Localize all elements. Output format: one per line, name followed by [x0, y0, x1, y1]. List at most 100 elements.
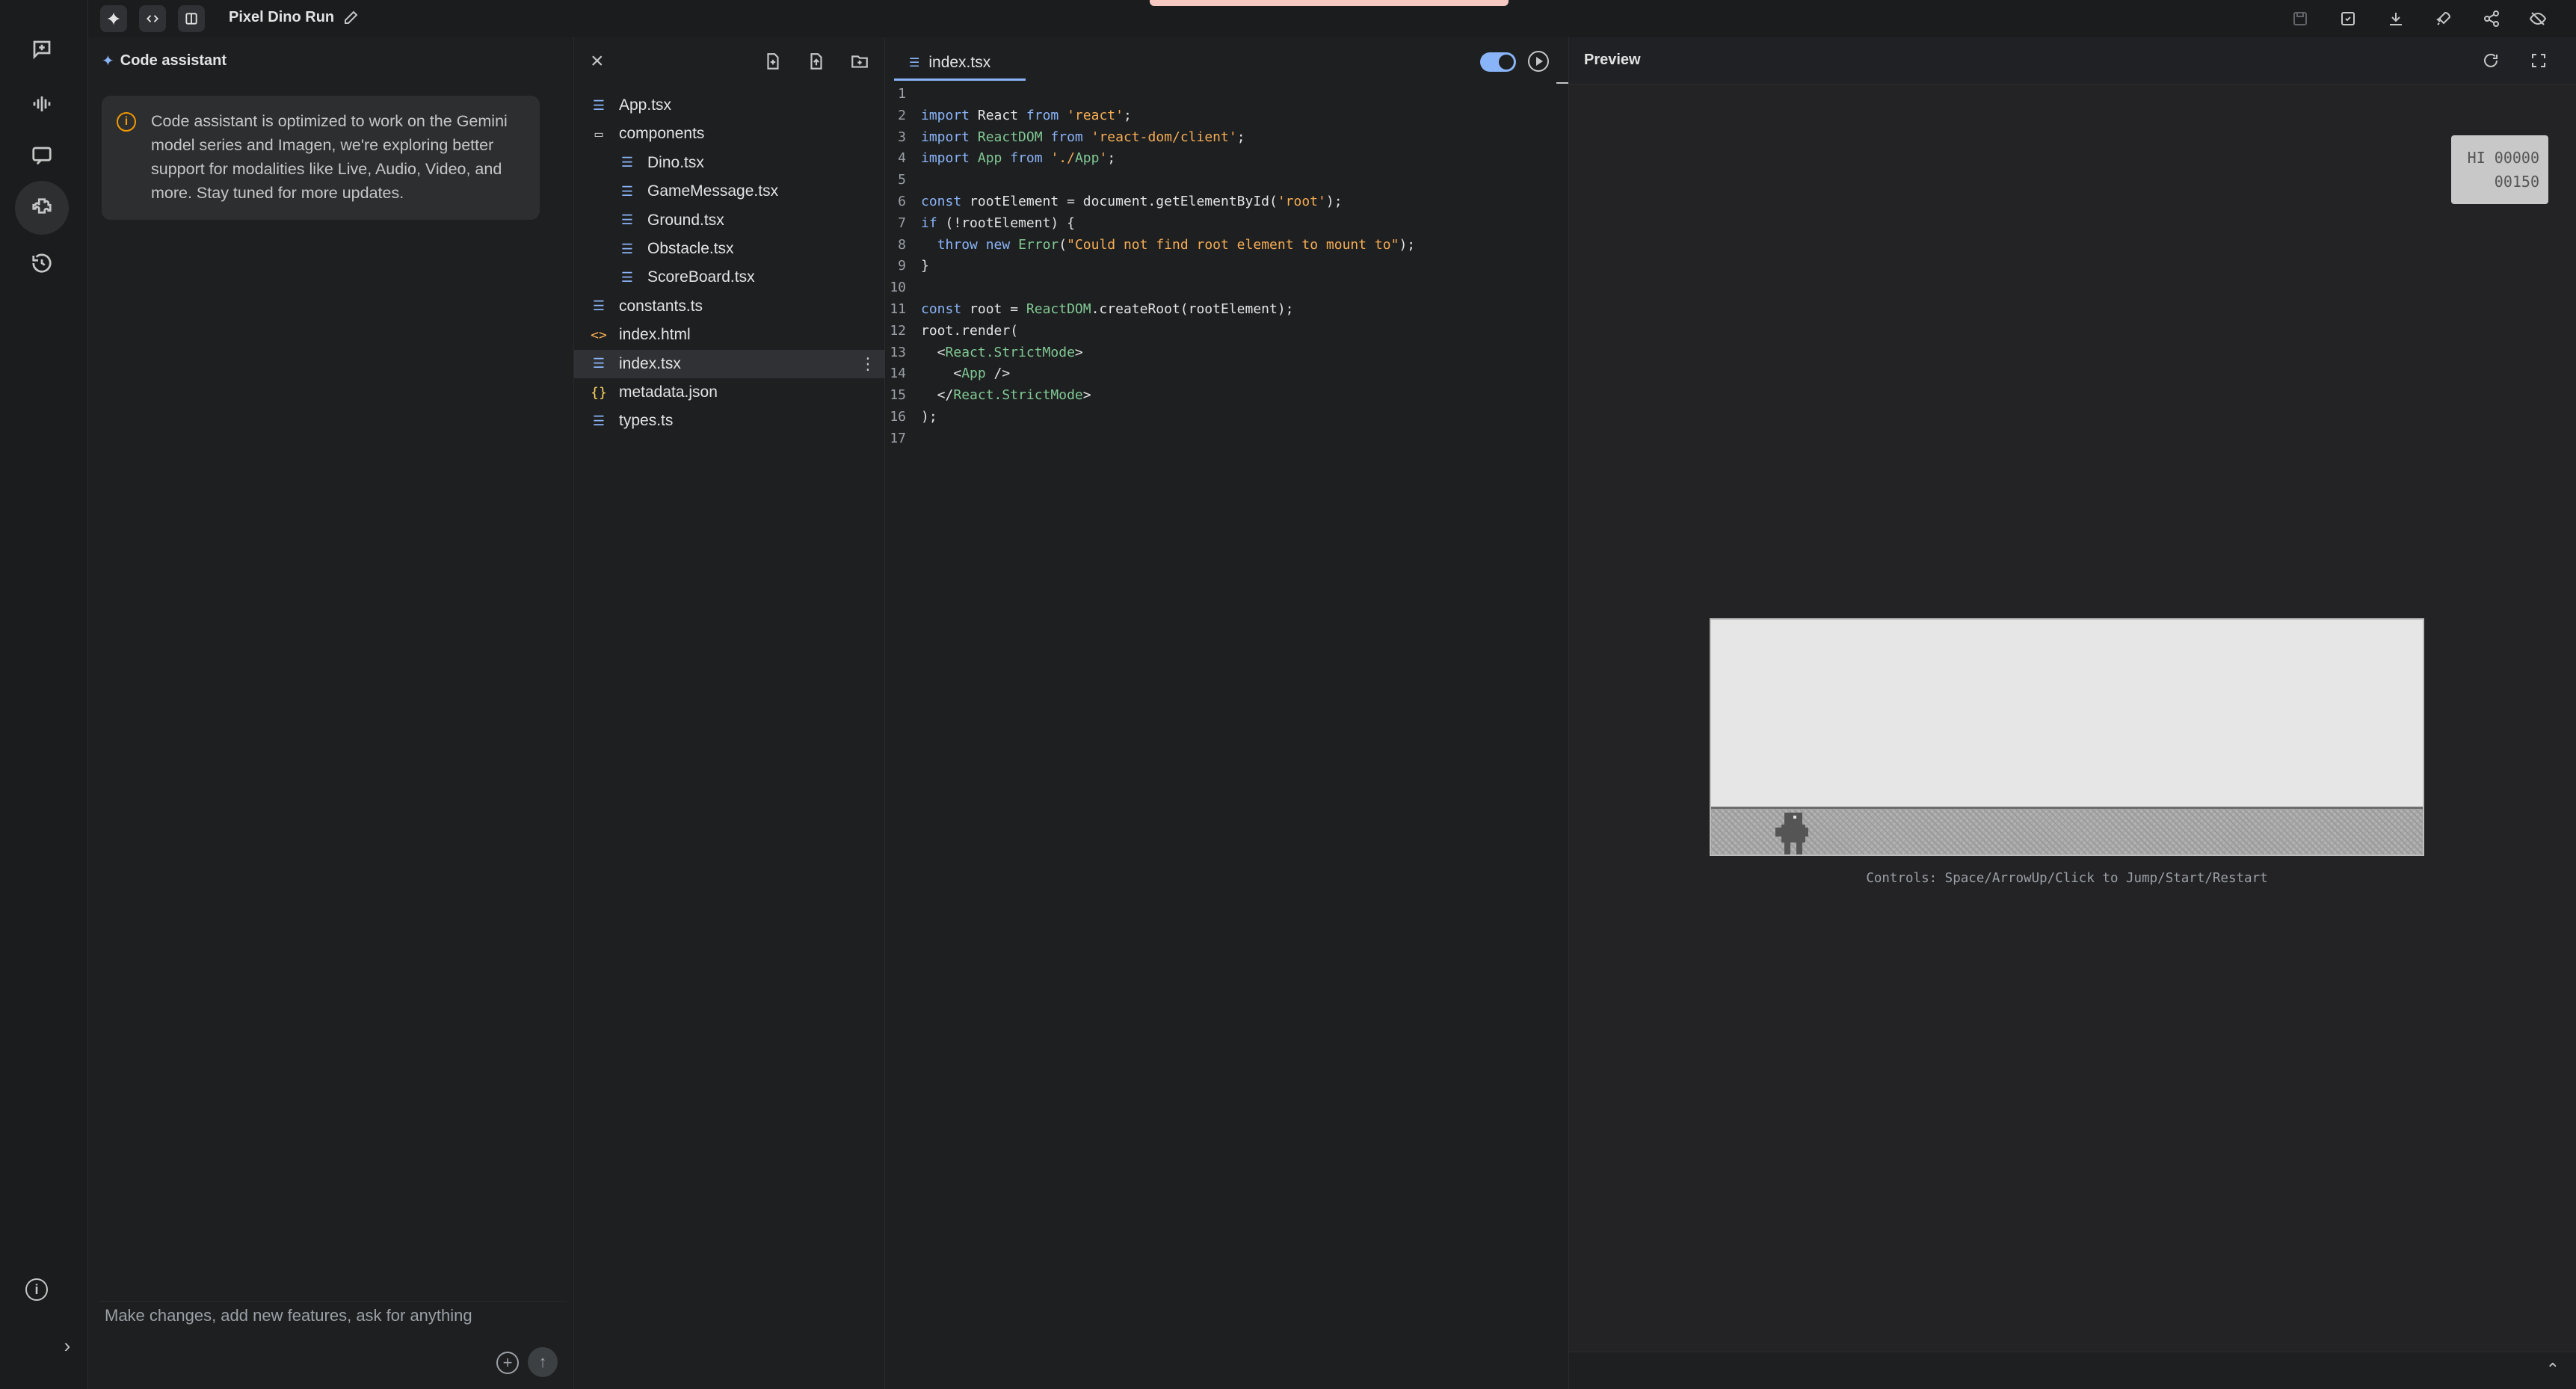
line-content — [912, 170, 921, 191]
file-ts-icon: ☰ — [592, 356, 606, 372]
expand-panel-icon[interactable]: › — [52, 1331, 82, 1361]
assistant-title: Code assistant — [120, 52, 227, 69]
line-content: ); — [921, 408, 937, 425]
sparkle-icon: ✦ — [102, 53, 114, 70]
line-content — [912, 428, 921, 450]
file-item[interactable]: ☰ Ground.tsx — [574, 206, 885, 235]
file-label: components — [619, 125, 705, 143]
assistant-header: ✦ Code assistant — [102, 52, 227, 70]
preview-panel: Preview HI 00000 00150 Controls: Space/A… — [1569, 37, 2576, 1389]
line-number: 4 — [898, 150, 906, 167]
new-folder-icon[interactable] — [848, 49, 872, 73]
line-content: throw new Error("Could not find root ele… — [937, 236, 1416, 253]
download-icon[interactable] — [2385, 7, 2407, 30]
file-item[interactable]: {} metadata.json — [574, 378, 885, 407]
file-label: Ground.tsx — [647, 211, 724, 229]
rail-build-icon[interactable] — [15, 181, 69, 235]
code-line: 6 const rootElement = document.getElement… — [885, 191, 1569, 213]
line-number: 11 — [890, 301, 906, 317]
prompt-input[interactable]: Make changes, add new features, ask for … — [102, 1301, 565, 1331]
app-root: i Pixel Dino Run ✦ Code assistant i Code… — [0, 0, 2576, 1389]
line-content: import ReactDOM from 'react-dom/client'; — [921, 129, 1245, 145]
fullscreen-icon[interactable] — [2527, 49, 2550, 72]
file-item[interactable]: ☰ constants.ts — [574, 292, 885, 321]
code-editor: ☰ index.tsx 1 2 import React from 'react';… — [885, 37, 1569, 1389]
file-ts-icon: ☰ — [909, 56, 920, 70]
preview-frame[interactable]: HI 00000 00150 Controls: Space/ArrowUp/C… — [1569, 84, 2576, 1389]
line-content: const root = ReactDOM.createRoot(rootEle… — [921, 301, 1294, 317]
visibility-off-icon[interactable] — [2527, 7, 2549, 30]
autosave-toggle[interactable] — [1480, 52, 1516, 72]
edit-title-icon[interactable] — [342, 8, 360, 30]
deploy-rocket-icon[interactable] — [2432, 7, 2455, 30]
share-icon[interactable] — [2480, 7, 2503, 30]
left-rail: i — [0, 0, 88, 1389]
file-label: GameMessage.tsx — [647, 182, 779, 200]
assistant-notice: i Code assistant is optimized to work on… — [102, 96, 540, 220]
file-label: ScoreBoard.tsx — [647, 268, 755, 286]
chevron-up-icon[interactable]: ⌃ — [2546, 1360, 2560, 1379]
line-content: import React from 'react'; — [921, 107, 1132, 123]
file-label: App.tsx — [619, 96, 672, 114]
file-ts-icon: ☰ — [620, 155, 634, 171]
refresh-icon[interactable] — [2480, 49, 2502, 72]
file-item[interactable]: ☰ GameMessage.tsx — [574, 177, 885, 206]
send-button[interactable]: ↑ — [528, 1347, 558, 1377]
tab-index-tsx[interactable]: ☰ index.tsx — [894, 46, 1026, 81]
run-icon[interactable] — [1528, 51, 1549, 72]
close-icon[interactable]: × — [591, 50, 604, 73]
line-content: import App from './App'; — [921, 150, 1116, 167]
file-label: constants.ts — [619, 297, 703, 315]
controls-hint: Controls: Space/ArrowUp/Click to Jump/St… — [1866, 871, 2268, 886]
game-canvas[interactable] — [1710, 618, 2424, 856]
code-view-button[interactable] — [139, 5, 166, 32]
code-line: 11 const root = ReactDOM.createRoot(rootE… — [885, 299, 1569, 321]
line-number: 6 — [898, 193, 906, 209]
info-icon[interactable]: i — [25, 1278, 48, 1301]
folder-item[interactable]: ▭ components — [574, 120, 885, 148]
rail-chat-icon[interactable] — [15, 129, 69, 182]
rail-audio-icon[interactable] — [15, 77, 69, 131]
file-item[interactable]: ☰ Dino.tsx — [574, 149, 885, 177]
file-ts-icon: ☰ — [620, 269, 634, 286]
line-content: } — [921, 258, 929, 274]
upload-file-icon[interactable] — [804, 49, 828, 73]
file-item[interactable]: ☰ index.tsx ⋮ — [574, 349, 885, 378]
info-icon: i — [117, 112, 136, 132]
file-label: index.html — [619, 326, 691, 344]
more-options-icon[interactable]: ⋮ — [860, 354, 876, 374]
layout-toggle-button[interactable] — [178, 5, 205, 32]
rail-new-chat-icon[interactable] — [15, 22, 69, 76]
code-line: 1 — [885, 84, 1569, 105]
file-explorer: × ☰ App.tsx ▭ components ☰ Dino.tsx ☰ GameMessa… — [574, 37, 885, 1389]
file-ts-icon: ☰ — [620, 183, 634, 200]
line-content: <App /> — [921, 366, 1011, 382]
save-icon[interactable] — [2289, 7, 2311, 30]
ground — [1711, 807, 2423, 854]
notice-text: Code assistant is optimized to work on t… — [151, 112, 508, 202]
file-item[interactable]: ☰ Obstacle.tsx — [574, 235, 885, 263]
code-area[interactable]: 1 2 import React from 'react'; 3 import Reac… — [885, 84, 1569, 450]
file-explorer-header: × — [574, 37, 885, 85]
tab-label: index.tsx — [928, 53, 991, 71]
line-content — [912, 84, 921, 105]
preview-title: Preview — [1584, 52, 1641, 68]
line-content: root.render( — [921, 322, 1019, 339]
file-item[interactable]: ☰ App.tsx — [574, 91, 885, 120]
github-sync-icon[interactable] — [2337, 7, 2359, 30]
line-number: 15 — [890, 387, 906, 404]
gemini-spark-button[interactable] — [100, 5, 127, 32]
file-item[interactable]: <> index.html — [574, 321, 885, 349]
add-attachment-icon[interactable]: + — [496, 1352, 519, 1374]
top-bar: Pixel Dino Run — [88, 0, 2576, 37]
file-item[interactable]: ☰ types.ts — [574, 407, 885, 435]
code-line: 13 <React.StrictMode> — [885, 342, 1569, 364]
file-label: Dino.tsx — [647, 153, 704, 171]
line-number: 10 — [890, 280, 906, 296]
rail-history-icon[interactable] — [15, 236, 69, 290]
line-content: if (!rootElement) { — [921, 215, 1075, 231]
line-content: const rootElement = document.getElementB… — [921, 193, 1343, 209]
new-file-icon[interactable] — [761, 49, 785, 73]
file-label: index.tsx — [619, 354, 681, 372]
file-item[interactable]: ☰ ScoreBoard.tsx — [574, 263, 885, 292]
